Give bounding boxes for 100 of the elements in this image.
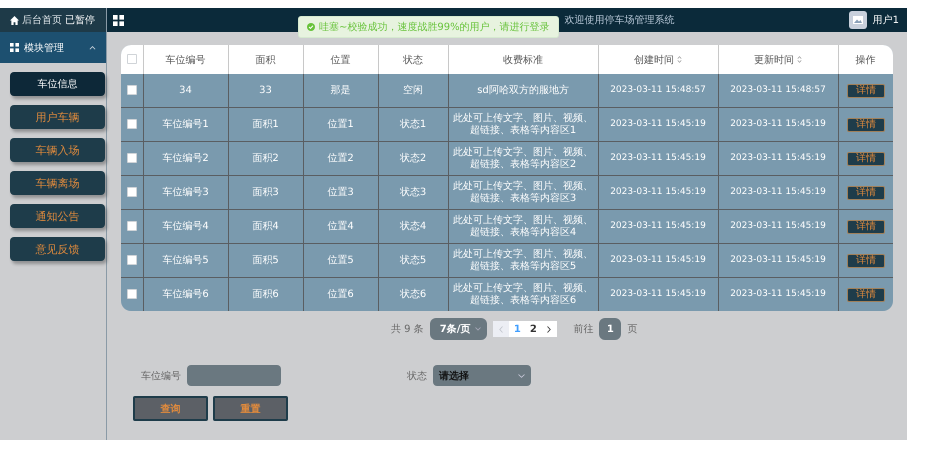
table-cell: 2023-03-11 15:48:57 — [598, 74, 718, 108]
checkbox[interactable] — [126, 153, 137, 164]
menu-item[interactable]: 意见反馈 — [10, 237, 105, 261]
table-cell: 2023-03-11 15:45:19 — [598, 278, 718, 311]
column-header: 更新时间 — [718, 45, 838, 74]
filter-label: 状态 — [407, 370, 427, 382]
table-cell: 车位编号2 — [143, 142, 228, 176]
table-cell: 位置6 — [303, 278, 378, 311]
table-cell: 车位编号4 — [143, 210, 228, 244]
app-title: 欢迎使用停车场管理系统 — [564, 14, 675, 27]
filter-label: 车位编号 — [141, 370, 181, 382]
table-cell: sd阿哈双方的服地方 — [448, 74, 598, 108]
user-name[interactable]: 用户1 — [872, 13, 900, 27]
checkbox[interactable] — [126, 85, 137, 96]
toast-message: 哇塞~校验成功，速度战胜99%的用户，请进行登录 — [319, 20, 550, 34]
table-cell: 此处可上传文字、图片、视频、超链接、表格等内容区3 — [448, 176, 598, 210]
table-cell: 位置3 — [303, 176, 378, 210]
table-cell: 位置2 — [303, 142, 378, 176]
paused-label: 已暂停 — [65, 14, 95, 27]
home-icon — [10, 16, 19, 24]
image-icon[interactable] — [848, 11, 867, 29]
chevron-right-icon — [547, 326, 552, 332]
details-button[interactable]: 详情 — [846, 118, 885, 132]
menu-item[interactable]: 车位信息 — [10, 72, 105, 96]
home-bar[interactable]: 后台首页 已暂停 — [0, 8, 106, 32]
select-field[interactable]: 请选择 — [433, 365, 531, 386]
table-cell: 车位编号3 — [143, 176, 228, 210]
details-button[interactable]: 详情 — [846, 254, 885, 268]
column-header: 位置 — [303, 45, 378, 74]
table-cell: 2023-03-11 15:45:19 — [598, 142, 718, 176]
home-link[interactable]: 后台首页 — [22, 13, 62, 27]
input-field[interactable] — [187, 365, 281, 386]
table-cell: 状态2 — [378, 142, 448, 176]
chevron-down-icon — [518, 374, 525, 378]
table-cell: 状态3 — [378, 176, 448, 210]
table-cell: 2023-03-11 15:45:19 — [718, 108, 838, 142]
table-cell: 34 — [143, 74, 228, 108]
chevron-left-icon — [499, 326, 504, 332]
table-cell: 2023-03-11 15:45:19 — [598, 210, 718, 244]
menu-item[interactable]: 车辆离场 — [10, 171, 105, 195]
checkbox[interactable] — [126, 54, 137, 64]
column-header: 状态 — [378, 45, 448, 74]
menu-item[interactable]: 车辆入场 — [10, 138, 105, 162]
table-cell: 位置1 — [303, 108, 378, 142]
column-header: 操作 — [838, 45, 893, 74]
check-circle-icon — [307, 23, 316, 31]
column-header: 创建时间 — [598, 45, 718, 74]
table-cell: 位置5 — [303, 244, 378, 278]
checkbox[interactable] — [126, 255, 137, 266]
table-cell: 车位编号5 — [143, 244, 228, 278]
table-cell: 状态5 — [378, 244, 448, 278]
table-cell: 2023-03-11 15:48:57 — [718, 74, 838, 108]
table-cell: 面积5 — [228, 244, 303, 278]
table-cell: 面积4 — [228, 210, 303, 244]
page-suffix: 页 — [627, 323, 638, 336]
table-cell: 状态4 — [378, 210, 448, 244]
caret-icon — [89, 45, 96, 50]
column-header: 面积 — [228, 45, 303, 74]
details-button[interactable]: 详情 — [846, 84, 885, 98]
table-cell: 面积2 — [228, 142, 303, 176]
page-input[interactable]: 1 — [599, 318, 622, 340]
table-cell: 此处可上传文字、图片、视频、超链接、表格等内容区6 — [448, 278, 598, 311]
grid-icon — [10, 43, 19, 52]
grid-icon[interactable] — [113, 14, 124, 26]
column-header: 收费标准 — [448, 45, 598, 74]
table-cell: 车位编号1 — [143, 108, 228, 142]
table-cell: 2023-03-11 15:45:19 — [598, 108, 718, 142]
details-button[interactable]: 详情 — [846, 186, 885, 200]
table-cell: 2023-03-11 15:45:19 — [598, 176, 718, 210]
checkbox[interactable] — [126, 289, 137, 300]
page-number[interactable]: 1 — [509, 321, 526, 337]
table-cell: 状态1 — [378, 108, 448, 142]
section-label: 模块管理 — [24, 42, 65, 54]
details-button[interactable]: 详情 — [846, 152, 885, 166]
table-cell: 那是 — [303, 74, 378, 108]
table-cell: 此处可上传文字、图片、视频、超链接、表格等内容区4 — [448, 210, 598, 244]
checkbox[interactable] — [126, 119, 137, 130]
goto-label: 前往 — [573, 322, 594, 336]
table-cell: 33 — [228, 74, 303, 108]
table-cell: 2023-03-11 15:45:19 — [718, 244, 838, 278]
menu-item[interactable]: 通知公告 — [10, 204, 105, 228]
table-cell: 面积1 — [228, 108, 303, 142]
next-page-button[interactable] — [541, 321, 558, 337]
table-cell: 2023-03-11 15:45:19 — [718, 142, 838, 176]
form-button[interactable]: 查询 — [133, 396, 208, 421]
menu-item[interactable]: 用户车辆 — [10, 105, 105, 129]
checkbox[interactable] — [126, 187, 137, 198]
column-header: 车位编号 — [143, 45, 228, 74]
checkbox[interactable] — [126, 221, 137, 232]
table-cell: 2023-03-11 15:45:19 — [718, 176, 838, 210]
table-cell: 车位编号6 — [143, 278, 228, 311]
details-button[interactable]: 详情 — [846, 288, 885, 302]
chevron-down-icon — [475, 327, 482, 331]
details-button[interactable]: 详情 — [846, 220, 885, 234]
sort-icon[interactable] — [677, 56, 682, 62]
sort-icon[interactable] — [797, 56, 802, 62]
page-size-select[interactable]: 7条/页 — [430, 318, 488, 340]
page-number[interactable]: 2 — [525, 321, 542, 337]
menu-section[interactable]: 模块管理 — [0, 32, 106, 63]
form-button[interactable]: 重置 — [213, 396, 288, 421]
